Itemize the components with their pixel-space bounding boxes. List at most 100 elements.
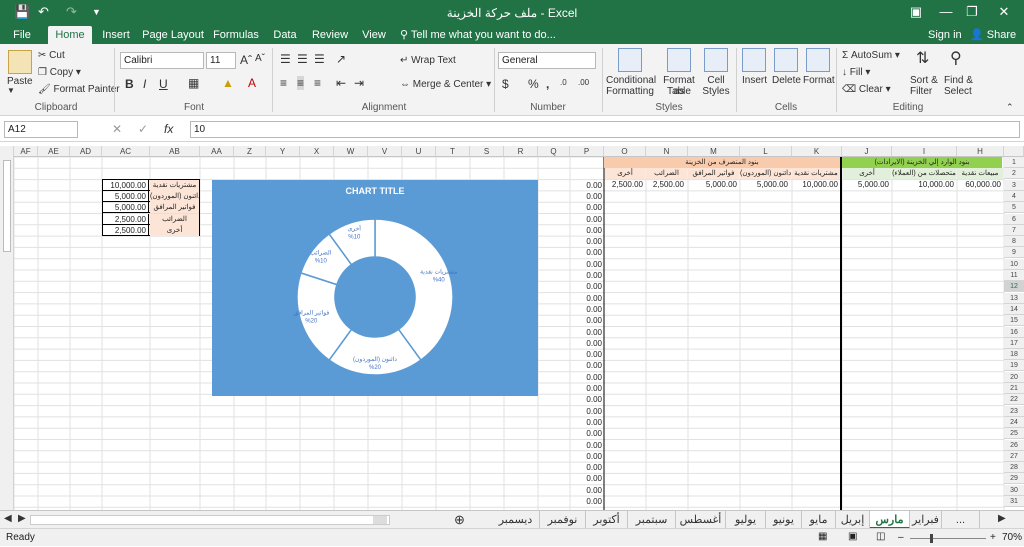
summary-row[interactable]: 2,500.00 الضرائب: [103, 213, 199, 225]
cell-p17[interactable]: 0.00: [572, 338, 602, 349]
sheet-tab[interactable]: فبراير: [910, 511, 942, 529]
cell-p26[interactable]: 0.00: [572, 440, 602, 451]
vertical-scrollbar[interactable]: [0, 146, 14, 510]
summary-label[interactable]: مشتريات نقدية: [150, 180, 199, 191]
align-top-icon[interactable]: ☰: [280, 52, 291, 66]
column-header-k[interactable]: K: [792, 146, 842, 157]
ribbon-options-icon[interactable]: ▣: [906, 4, 926, 20]
column-header-ae[interactable]: AE: [38, 146, 70, 157]
new-sheet-icon[interactable]: ⊕: [454, 512, 465, 528]
cell-j3[interactable]: 5,000.00: [843, 179, 889, 190]
cut-button[interactable]: ✂ Cut: [38, 50, 65, 61]
conditional-formatting-icon[interactable]: [618, 48, 642, 72]
row-header-27[interactable]: 27: [1004, 450, 1024, 462]
page-layout-icon[interactable]: ▣: [848, 528, 857, 546]
summary-label[interactable]: أخرى: [150, 224, 199, 236]
row-header-30[interactable]: 30: [1004, 484, 1024, 496]
cell-p6[interactable]: 0.00: [572, 214, 602, 225]
column-header-ac[interactable]: AC: [102, 146, 150, 157]
cell-p31[interactable]: 0.00: [572, 496, 602, 507]
column-header-t[interactable]: T: [436, 146, 470, 157]
col-header-h[interactable]: مبيعات نقدية: [957, 168, 1003, 179]
row-header-8[interactable]: 8: [1004, 236, 1024, 248]
decrease-decimal-icon[interactable]: .00: [578, 78, 589, 87]
chart-area[interactable]: CHART TITLE مشتريات نقدية %40 دائنون (المو…: [212, 180, 538, 396]
tab-formulas[interactable]: Formulas: [212, 26, 260, 44]
horizontal-scrollbar[interactable]: [30, 515, 390, 525]
fill-color-icon[interactable]: ▲: [222, 76, 234, 90]
summary-value[interactable]: 5,000.00: [103, 191, 149, 203]
col-header-i[interactable]: متحصلات من (العملاء): [892, 168, 956, 179]
worksheet-grid[interactable]: AF AE AD AC AB AA Z Y X W V U T S R Q P O N M L K J I H 12345678…: [0, 146, 1024, 510]
number-format-select[interactable]: General: [498, 52, 596, 69]
column-header-l[interactable]: L: [740, 146, 792, 157]
cell-p19[interactable]: 0.00: [572, 360, 602, 371]
column-header-m[interactable]: M: [688, 146, 740, 157]
format-as-table-icon[interactable]: [667, 48, 691, 72]
row-header-26[interactable]: 26: [1004, 439, 1024, 451]
tab-home[interactable]: Home: [48, 26, 92, 44]
row-header-12[interactable]: 12: [1004, 281, 1024, 293]
close-icon[interactable]: ✕: [994, 4, 1014, 20]
column-header-n[interactable]: N: [646, 146, 688, 157]
scroll-left-icon[interactable]: ◀: [4, 513, 12, 524]
name-box[interactable]: A12: [4, 121, 78, 138]
tab-review[interactable]: Review: [310, 26, 350, 44]
column-header-ad[interactable]: AD: [70, 146, 102, 157]
column-header-u[interactable]: U: [402, 146, 436, 157]
column-header-v[interactable]: V: [368, 146, 402, 157]
increase-indent-icon[interactable]: ⇥: [354, 76, 364, 90]
cell-m3[interactable]: 5,000.00: [688, 179, 737, 190]
formula-input[interactable]: 10: [190, 121, 1020, 138]
summary-label[interactable]: فواتير المرافق: [150, 202, 199, 214]
row-header-23[interactable]: 23: [1004, 405, 1024, 417]
sheet-tab[interactable]: ديسمبر: [492, 511, 540, 529]
align-middle-icon[interactable]: ☰: [297, 52, 308, 66]
column-header-x[interactable]: X: [300, 146, 334, 157]
font-size-select[interactable]: 11: [206, 52, 236, 69]
cell-p18[interactable]: 0.00: [572, 349, 602, 360]
cell-p5[interactable]: 0.00: [572, 202, 602, 213]
tab-view[interactable]: View: [358, 26, 390, 44]
cell-p22[interactable]: 0.00: [572, 394, 602, 405]
summary-value[interactable]: 5,000.00: [103, 202, 149, 214]
normal-view-icon[interactable]: ▦: [818, 528, 827, 546]
summary-value[interactable]: 2,500.00: [103, 213, 149, 225]
increase-decimal-icon[interactable]: .0: [560, 78, 567, 87]
row-header-22[interactable]: 22: [1004, 394, 1024, 406]
conditional-formatting-button[interactable]: Conditional: [606, 75, 656, 86]
outgoing-header[interactable]: بنود المنصرف من الخزينة: [604, 157, 840, 168]
row-header-11[interactable]: 11: [1004, 270, 1024, 281]
column-header-j[interactable]: J: [842, 146, 892, 157]
cell-h3[interactable]: 60,000.00: [957, 179, 1001, 190]
collapse-ribbon-icon[interactable]: ⌃: [1006, 102, 1014, 113]
align-left-icon[interactable]: ≡: [280, 76, 287, 90]
cell-p23[interactable]: 0.00: [572, 406, 602, 417]
incoming-header[interactable]: بنود الوارد إلي الخزينة (الايرادات): [842, 157, 1002, 168]
paste-dropdown-icon[interactable]: ▼: [7, 86, 15, 95]
sheet-tab[interactable]: إبريل: [836, 511, 870, 529]
cell-i3[interactable]: 10,000.00: [892, 179, 954, 190]
row-header-31[interactable]: 31: [1004, 496, 1024, 507]
zoom-thumb[interactable]: [930, 534, 933, 543]
insert-function-icon[interactable]: fx: [164, 122, 173, 136]
borders-icon[interactable]: ▦: [188, 76, 199, 90]
comma-icon[interactable]: ,: [546, 77, 549, 91]
row-header-13[interactable]: 13: [1004, 292, 1024, 304]
fill-button[interactable]: ↓ Fill ▾: [842, 67, 870, 78]
sheet-tab[interactable]: أغسطس: [676, 511, 726, 529]
column-header-i[interactable]: I: [892, 146, 957, 157]
row-header-16[interactable]: 16: [1004, 326, 1024, 338]
column-header-w[interactable]: W: [334, 146, 368, 157]
select-all-corner[interactable]: [1004, 146, 1024, 157]
tab-data[interactable]: Data: [270, 26, 300, 44]
confirm-entry-icon[interactable]: ✓: [138, 122, 148, 136]
sheet-tab[interactable]: مارس: [870, 511, 910, 529]
cell-n3[interactable]: 2,500.00: [646, 179, 684, 190]
wrap-text-button[interactable]: ↵ Wrap Text: [400, 55, 456, 66]
column-header-aa[interactable]: AA: [200, 146, 234, 157]
cell-p11[interactable]: 0.00: [572, 270, 602, 281]
col-header-j[interactable]: أخرى: [843, 168, 891, 179]
align-right-icon[interactable]: ≡: [314, 76, 321, 90]
cell-p12[interactable]: 0.00: [572, 281, 602, 292]
